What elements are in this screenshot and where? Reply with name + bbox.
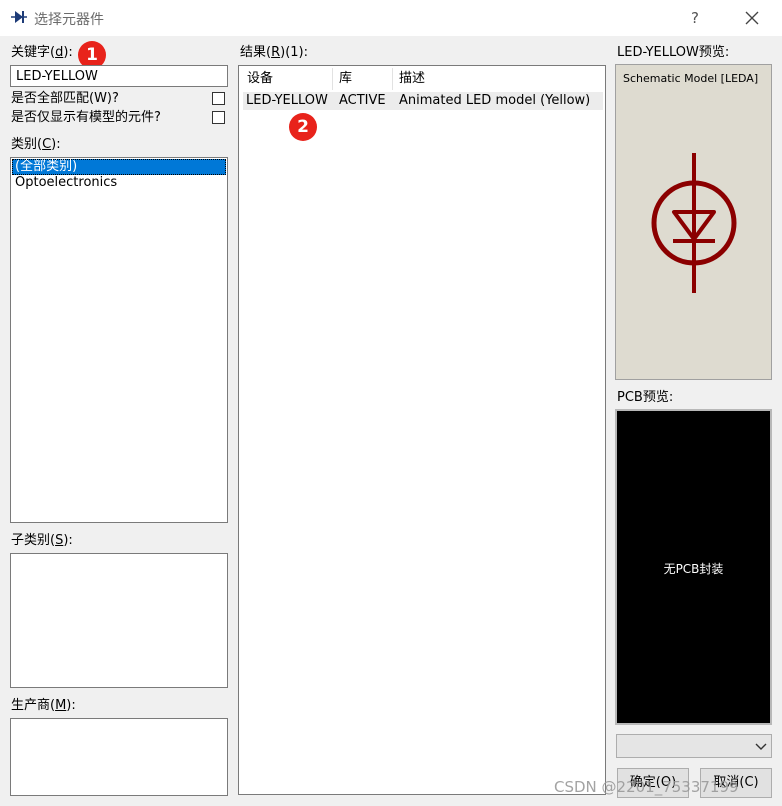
column-header-device[interactable]: 设备 bbox=[241, 68, 333, 90]
pcb-message: 无PCB封装 bbox=[663, 562, 724, 576]
help-icon: ? bbox=[691, 9, 699, 27]
only-models-label: 是否仅显示有模型的元件? bbox=[11, 110, 161, 125]
results-table[interactable]: 设备 库 描述 LED-YELLOW ACTIVE Animated LED m… bbox=[238, 65, 606, 795]
cell-library: ACTIVE bbox=[339, 93, 386, 108]
subcategory-list[interactable] bbox=[10, 553, 228, 688]
help-button[interactable]: ? bbox=[682, 6, 708, 30]
annotation-badge-2: 2 bbox=[289, 113, 317, 141]
table-row[interactable]: LED-YELLOW ACTIVE Animated LED model (Ye… bbox=[243, 92, 603, 110]
cell-device: LED-YELLOW bbox=[246, 93, 328, 108]
keyword-input[interactable] bbox=[10, 65, 228, 87]
manufacturer-label: 生产商(M): bbox=[11, 698, 76, 713]
preview-title: LED-YELLOW预览: bbox=[617, 45, 730, 60]
close-icon bbox=[745, 11, 759, 25]
led-symbol-icon bbox=[651, 153, 737, 293]
close-button[interactable] bbox=[738, 6, 766, 30]
category-item-optoelectronics[interactable]: Optoelectronics bbox=[12, 175, 226, 191]
pcb-preview: 无PCB封装 bbox=[615, 409, 772, 725]
keyword-label: 关键字(d): bbox=[11, 45, 73, 60]
manufacturer-list[interactable] bbox=[10, 718, 228, 796]
category-label: 类别(C): bbox=[11, 137, 61, 152]
watermark: CSDN @2201_75337199 bbox=[554, 778, 739, 796]
category-list[interactable]: (全部类别) Optoelectronics bbox=[10, 157, 228, 523]
cell-description: Animated LED model (Yellow) bbox=[399, 93, 591, 108]
component-icon bbox=[11, 11, 27, 23]
column-header-library[interactable]: 库 bbox=[333, 68, 393, 90]
subcategory-label: 子类别(S): bbox=[11, 533, 73, 548]
window-title: 选择元器件 bbox=[34, 12, 104, 28]
schematic-preview: Schematic Model [LEDA] bbox=[615, 64, 772, 380]
only-models-checkbox[interactable] bbox=[212, 111, 225, 124]
match-all-label: 是否全部匹配(W)? bbox=[11, 91, 119, 106]
match-all-checkbox[interactable] bbox=[212, 92, 225, 105]
package-dropdown[interactable] bbox=[616, 734, 772, 758]
title-bar: 选择元器件 ? bbox=[0, 0, 782, 36]
results-label: 结果(R)(1): bbox=[240, 45, 308, 60]
column-header-description[interactable]: 描述 bbox=[393, 68, 603, 90]
chevron-down-icon bbox=[755, 743, 767, 750]
category-item-all[interactable]: (全部类别) bbox=[12, 159, 226, 175]
pcb-title: PCB预览: bbox=[617, 390, 674, 405]
